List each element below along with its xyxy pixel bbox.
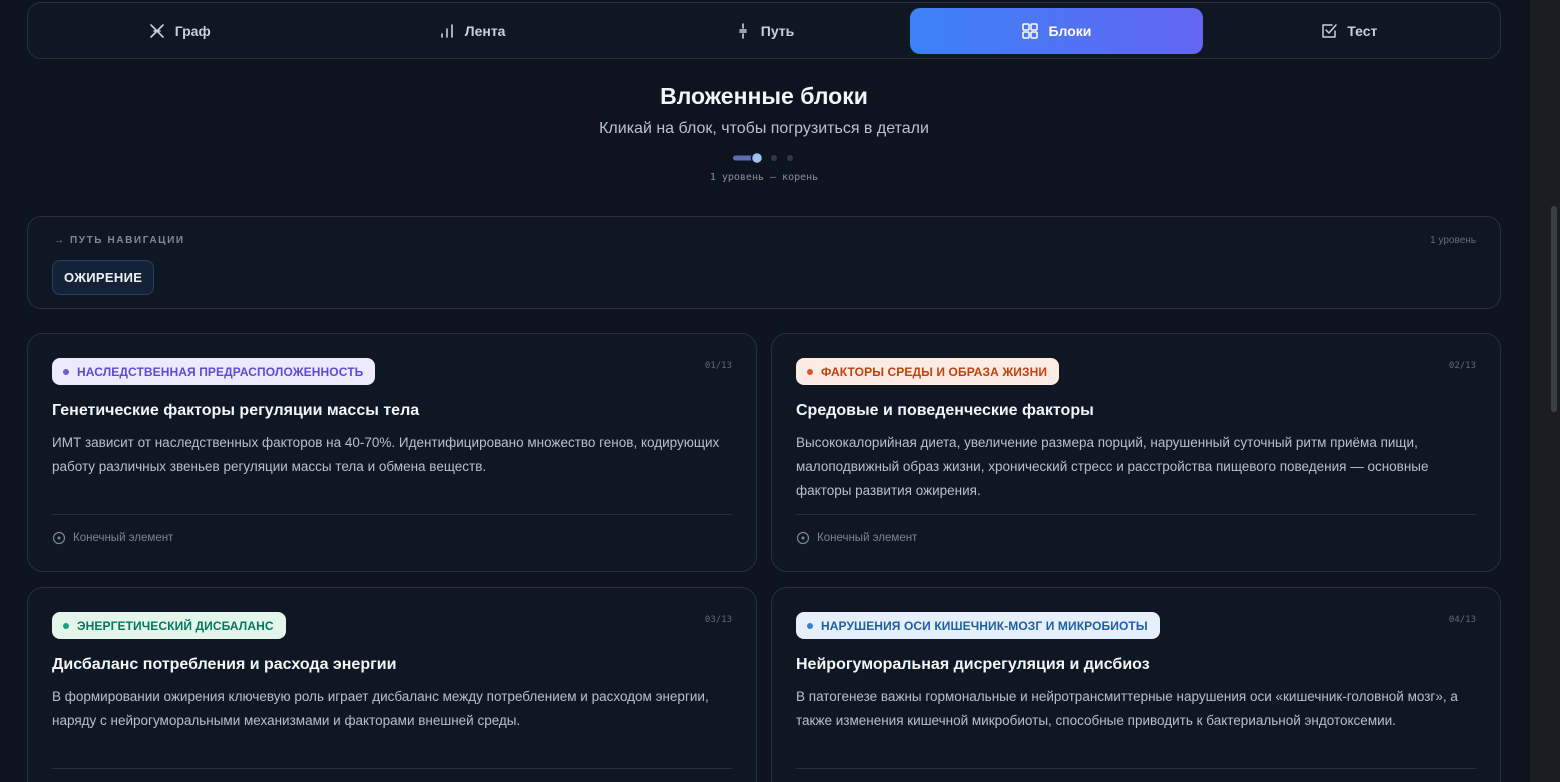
- tab-test[interactable]: Тест: [1203, 8, 1495, 54]
- divider: [796, 514, 1476, 515]
- dot-icon: [63, 622, 69, 629]
- vertical-scrollbar[interactable]: [1530, 0, 1560, 782]
- checkbox-icon: [1322, 23, 1338, 38]
- block-card[interactable]: ЭНЕРГЕТИЧЕСКИЙ ДИСБАЛАНС 03/13 Дисбаланс…: [27, 587, 757, 782]
- card-counter: 02/13: [1448, 361, 1476, 371]
- dot-icon: [807, 368, 813, 375]
- arrow-right-icon: →: [54, 235, 70, 246]
- page-title: Вложенные блоки: [660, 83, 868, 109]
- tab-label: Лента: [464, 22, 506, 39]
- tab-label: Тест: [1347, 22, 1378, 39]
- divider: [52, 514, 732, 515]
- graph-icon: [149, 23, 164, 38]
- block-card[interactable]: ФАКТОРЫ СРЕДЫ И ОБРАЗА ЖИЗНИ 02/13 Средо…: [771, 333, 1501, 572]
- info-circle-icon: [796, 531, 810, 545]
- block-card[interactable]: НАСЛЕДСТВЕННАЯ ПРЕДРАСПОЛОЖЕННОСТЬ 01/13…: [27, 333, 757, 572]
- breadcrumb-root[interactable]: ОЖИРЕНИЕ: [52, 260, 155, 295]
- card-description: В патогенезе важны гормональные и нейрот…: [796, 689, 1458, 728]
- dot-icon: [63, 368, 69, 375]
- blocks-icon: [1022, 22, 1039, 39]
- nav-level: 1 уровень: [1430, 235, 1476, 246]
- navigation-path-panel: → ПУТЬ НАВИГАЦИИ 1 уровень ОЖИРЕНИЕ: [27, 216, 1501, 309]
- level-text: 1 уровень — корень: [709, 172, 819, 183]
- divider: [796, 768, 1476, 769]
- card-title: Нейрогуморальная дисрегуляция и дисбиоз: [796, 656, 1150, 673]
- card-title: Генетические факторы регуляции массы тел…: [52, 402, 420, 419]
- tab-path[interactable]: Путь: [618, 8, 910, 54]
- tab-label: Путь: [760, 22, 795, 39]
- card-title: Средовые и поведенческие факторы: [796, 402, 1094, 419]
- tab-graph[interactable]: Граф: [33, 8, 325, 54]
- category-badge: НАРУШЕНИЯ ОСИ КИШЕЧНИК-МОЗГ И МИКРОБИОТЫ: [796, 612, 1160, 639]
- bar-chart-icon: [440, 23, 453, 38]
- tab-blocks[interactable]: Блоки: [910, 7, 1203, 54]
- depth-dot: [771, 155, 777, 161]
- nav-label: → ПУТЬ НАВИГАЦИИ: [54, 235, 185, 246]
- tab-label: Граф: [174, 22, 211, 39]
- card-description: ИМТ зависит от наследственных факторов н…: [52, 435, 720, 474]
- card-description: В формировании ожирения ключевую роль иг…: [52, 689, 709, 728]
- card-description: Высококалорийная диета, увеличение разме…: [796, 435, 1429, 498]
- card-title: Дисбаланс потребления и расхода энергии: [52, 656, 397, 673]
- tab-feed[interactable]: Лента: [325, 8, 617, 54]
- block-card[interactable]: НАРУШЕНИЯ ОСИ КИШЕЧНИК-МОЗГ И МИКРОБИОТЫ…: [771, 587, 1501, 782]
- page-subtitle: Кликай на блок, чтобы погрузиться в дета…: [599, 120, 929, 137]
- tab-label: Блоки: [1048, 22, 1092, 39]
- view-tabs: Граф Лента Путь Блоки Тест: [27, 2, 1501, 59]
- depth-indicator: [733, 151, 793, 165]
- info-circle-icon: [52, 531, 66, 545]
- scrollbar-thumb[interactable]: [1551, 206, 1557, 412]
- card-counter: 01/13: [704, 361, 732, 371]
- card-footer: Конечный элемент: [52, 531, 173, 545]
- card-footer: Конечный элемент: [796, 531, 917, 545]
- category-badge: ЭНЕРГЕТИЧЕСКИЙ ДИСБАЛАНС: [52, 612, 286, 639]
- page: Граф Лента Путь Блоки Тест Вложенные бло…: [0, 0, 1530, 782]
- category-badge: НАСЛЕДСТВЕННАЯ ПРЕДРАСПОЛОЖЕННОСТЬ: [52, 358, 376, 385]
- depth-dot-current: [750, 151, 764, 165]
- divider: [52, 768, 732, 769]
- card-counter: 04/13: [1448, 615, 1476, 625]
- dot-icon: [807, 622, 813, 629]
- depth-dot: [787, 155, 793, 161]
- card-counter: 03/13: [704, 615, 732, 625]
- category-badge: ФАКТОРЫ СРЕДЫ И ОБРАЗА ЖИЗНИ: [796, 358, 1060, 385]
- path-icon: [738, 22, 747, 39]
